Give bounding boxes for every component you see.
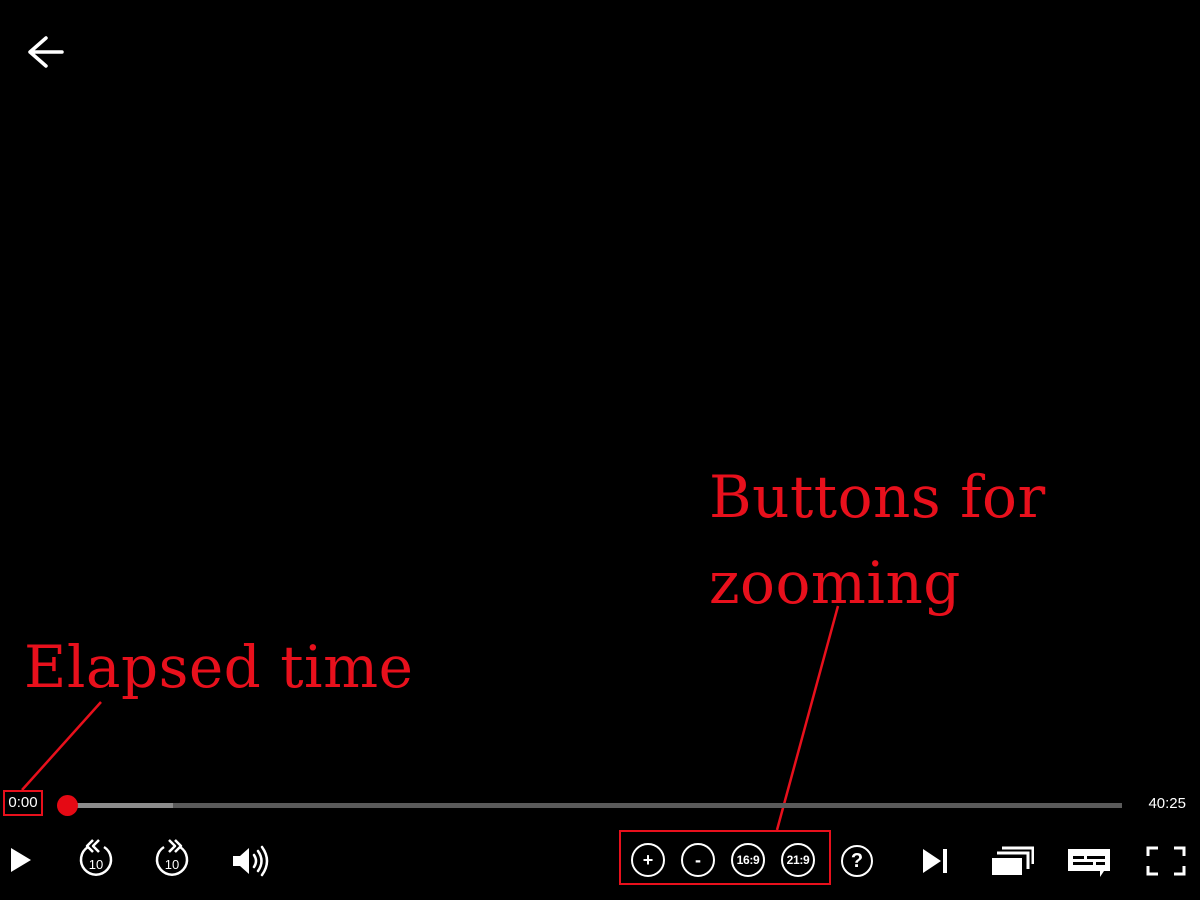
- fullscreen-button[interactable]: [1144, 842, 1188, 880]
- total-duration: 40:25: [1148, 795, 1186, 812]
- zoom-out-button[interactable]: -: [681, 843, 715, 877]
- progress-bar[interactable]: [68, 803, 1122, 808]
- help-button[interactable]: ?: [838, 842, 876, 880]
- fullscreen-icon: [1146, 846, 1186, 876]
- scrubber-handle[interactable]: [57, 795, 78, 816]
- zoom-in-button[interactable]: +: [631, 843, 665, 877]
- elapsed-annotation: Elapsed time: [24, 633, 414, 701]
- forward-10-label: 10: [165, 857, 179, 872]
- zoom-pointer-line: [775, 605, 840, 831]
- elapsed-time: 0:00: [3, 790, 43, 816]
- volume-button[interactable]: [228, 842, 272, 880]
- elapsed-pointer-line: [21, 701, 102, 791]
- play-button[interactable]: [2, 840, 38, 880]
- forward-10-button[interactable]: 10: [150, 836, 194, 882]
- buffered-range: [68, 803, 174, 808]
- play-icon: [11, 848, 31, 872]
- back-button[interactable]: [24, 32, 68, 72]
- rewind-10-label: 10: [89, 857, 103, 872]
- zoom-annotation-line2: zooming: [709, 549, 961, 617]
- next-episode-button[interactable]: [916, 842, 954, 880]
- help-icon: ?: [841, 845, 873, 877]
- arrow-left-icon: [28, 36, 64, 68]
- subtitles-icon: [1068, 849, 1110, 877]
- skip-next-icon: [923, 849, 947, 873]
- episodes-icon: [992, 846, 1034, 875]
- rewind-10-icon: 10: [79, 839, 113, 876]
- zoom-annotation-line1: Buttons for: [709, 463, 1046, 531]
- zoom-button-group: + - 16:9 21:9: [619, 830, 831, 885]
- aspect-21-9-button[interactable]: 21:9: [781, 843, 815, 877]
- forward-10-icon: 10: [155, 839, 189, 876]
- episodes-button[interactable]: [988, 842, 1036, 880]
- video-player: Buttons for zooming Elapsed time 0:00 40…: [0, 0, 1200, 900]
- help-label: ?: [850, 849, 864, 872]
- rewind-10-button[interactable]: 10: [74, 836, 118, 882]
- aspect-16-9-button[interactable]: 16:9: [731, 843, 765, 877]
- zoom-annotation: Buttons for zooming: [709, 454, 1179, 626]
- volume-icon: [233, 845, 269, 877]
- subtitles-button[interactable]: [1064, 842, 1114, 882]
- annotation-pointers: [21, 605, 840, 831]
